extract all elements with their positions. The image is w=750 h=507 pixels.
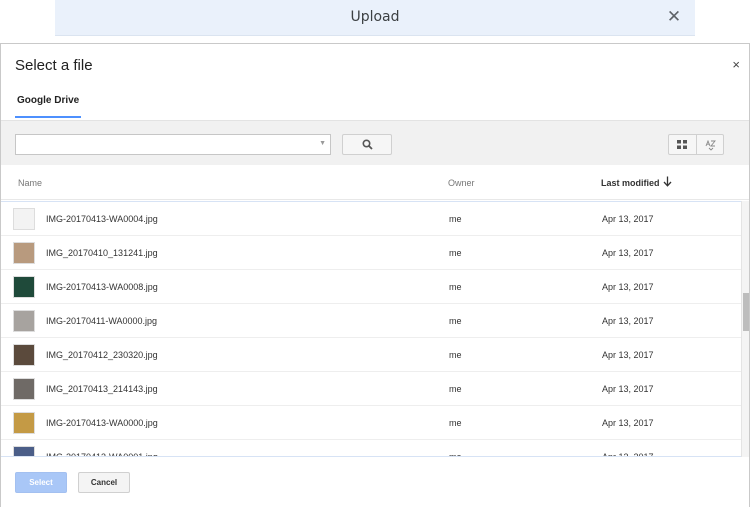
search-icon [362,139,373,150]
file-name: IMG-20170413-WA0004.jpg [46,214,158,224]
grid-view-icon [677,140,687,149]
file-modified: Apr 13, 2017 [602,384,654,394]
tab-google-drive[interactable]: Google Drive [15,94,82,118]
scrollbar-thumb[interactable] [743,293,749,331]
cancel-button[interactable]: Cancel [78,472,130,493]
file-name: IMG-20170411-WA0000.jpg [46,316,158,326]
file-name: IMG_20170410_131241.jpg [46,248,158,258]
file-row[interactable]: IMG-20170413-WA0001.jpg me Apr 13, 2017 [1,440,749,457]
column-last-modified[interactable]: Last modified [601,178,660,188]
file-row[interactable]: IMG-20170413-WA0004.jpg me Apr 13, 2017 [1,202,749,236]
dialog-close-icon[interactable]: × [732,57,740,72]
grid-view-button[interactable] [668,134,697,155]
file-picker-dialog: Select a file × Google Drive ▼ Name Owne… [0,43,750,507]
file-owner: me [449,214,462,224]
upload-title: Upload [350,9,400,25]
toolbar: ▼ [1,120,749,165]
file-name: IMG_20170413_214143.jpg [46,384,158,394]
search-input[interactable]: ▼ [15,134,331,155]
file-row[interactable]: IMG-20170413-WA0000.jpg me Apr 13, 2017 [1,406,749,440]
file-thumbnail-icon [13,412,35,434]
dialog-footer: Select Cancel [1,458,749,507]
file-thumbnail-icon [13,208,35,230]
file-modified: Apr 13, 2017 [602,248,654,258]
file-thumbnail-icon [13,344,35,366]
file-owner: me [449,418,462,428]
file-modified: Apr 13, 2017 [602,214,654,224]
search-button[interactable] [342,134,392,155]
select-button[interactable]: Select [15,472,67,493]
file-owner: me [449,350,462,360]
file-owner: me [449,316,462,326]
file-modified: Apr 13, 2017 [602,282,654,292]
file-row[interactable]: IMG-20170413-WA0008.jpg me Apr 13, 2017 [1,270,749,304]
file-owner: me [449,282,462,292]
file-row[interactable]: IMG-20170411-WA0000.jpg me Apr 13, 2017 [1,304,749,338]
file-thumbnail-icon [13,242,35,264]
file-name: IMG-20170413-WA0000.jpg [46,418,158,428]
file-modified: Apr 13, 2017 [602,316,654,326]
file-owner: me [449,452,462,457]
file-owner: me [449,384,462,394]
file-name: IMG-20170413-WA0008.jpg [46,282,158,292]
file-name: IMG-20170413-WA0001.jpg [46,452,158,457]
file-row[interactable]: IMG_20170410_131241.jpg me Apr 13, 2017 [1,236,749,270]
column-owner[interactable]: Owner [448,178,475,188]
file-thumbnail-icon [13,446,35,456]
dropdown-caret-icon[interactable]: ▼ [319,140,326,147]
upload-bar: Upload ✕ [55,0,695,36]
arrow-down-icon[interactable] [663,176,672,187]
scrollbar[interactable] [741,201,749,457]
dialog-title: Select a file [15,57,93,74]
file-modified: Apr 13, 2017 [602,418,654,428]
file-list: IMG-20170413-WA0004.jpg me Apr 13, 2017 IMG… [1,201,749,457]
file-row[interactable]: IMG_20170413_214143.jpg me Apr 13, 2017 [1,372,749,406]
sort-az-button[interactable] [697,134,724,155]
file-thumbnail-icon [13,378,35,400]
file-thumbnail-icon [13,276,35,298]
file-modified: Apr 13, 2017 [602,350,654,360]
column-header-row: Name Owner Last modified [1,166,749,200]
file-name: IMG_20170412_230320.jpg [46,350,158,360]
file-row[interactable]: IMG_20170412_230320.jpg me Apr 13, 2017 [1,338,749,372]
upload-close-icon[interactable]: ✕ [663,6,685,28]
column-name[interactable]: Name [18,178,42,188]
file-modified: Apr 13, 2017 [602,452,654,457]
file-thumbnail-icon [13,310,35,332]
file-owner: me [449,248,462,258]
sort-az-icon [705,140,716,151]
